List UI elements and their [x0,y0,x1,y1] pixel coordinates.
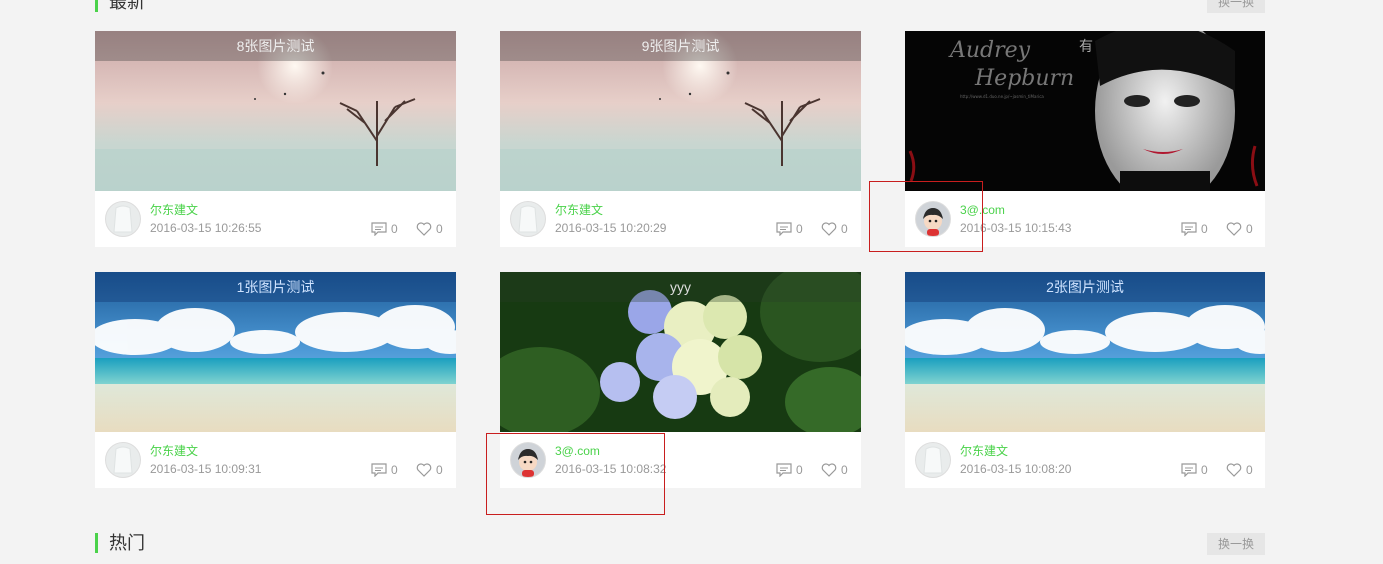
cartoon-avatar-icon[interactable] [510,442,546,478]
post-card[interactable]: 2张图片测试 尔东建文 2016-03-15 10:08:20 0 0 [905,272,1265,488]
default-avatar-icon[interactable] [105,442,141,478]
author-name[interactable]: 3@.com [555,444,600,458]
post-title[interactable]: yyy [500,272,861,302]
post-thumbnail[interactable]: 1张图片测试 [95,272,456,432]
post-thumbnail[interactable]: 2张图片测试 [905,272,1265,432]
post-time: 2016-03-15 10:08:20 [960,462,1072,476]
post-title[interactable]: 9张图片测试 [500,31,861,61]
comment-icon [776,463,792,478]
post-thumbnail[interactable]: yyy [500,272,861,432]
post-card[interactable]: 9张图片测试 尔东建文 2016-03-15 10:20:29 0 0 [500,31,861,247]
post-time: 2016-03-15 10:09:31 [150,462,262,476]
author-name[interactable]: 尔东建文 [960,444,1008,458]
default-avatar-icon[interactable] [510,201,546,237]
like-count[interactable]: 0 [1226,461,1253,477]
comment-count[interactable]: 0 [776,461,803,478]
comment-count[interactable]: 0 [1181,461,1208,478]
comment-count[interactable]: 0 [776,220,803,237]
post-meta: 3@.com 2016-03-15 10:08:32 0 0 [500,432,861,488]
default-avatar-icon[interactable] [105,201,141,237]
image-text-url: http://www.d1.duo.ne.jp/~jasmin_tiMarica [960,94,1044,99]
comment-icon [371,463,387,478]
post-title[interactable]: 8张图片测试 [95,31,456,61]
post-meta: 尔东建文 2016-03-15 10:26:55 0 0 [95,191,456,247]
like-count[interactable]: 0 [1226,220,1253,236]
comment-icon [1181,222,1197,237]
author-name[interactable]: 尔东建文 [150,444,198,458]
author-name[interactable]: 尔东建文 [150,203,198,217]
post-card[interactable]: 1张图片测试 尔东建文 2016-03-15 10:09:31 0 0 [95,272,456,488]
comment-count[interactable]: 0 [1181,220,1208,237]
image-text-hepburn: Hepburn [974,66,1074,91]
refresh-latest-button[interactable]: 换一换 [1207,0,1265,13]
heart-icon [821,222,837,236]
post-meta: 尔东建文 2016-03-15 10:08:20 0 0 [905,432,1265,488]
post-time: 2016-03-15 10:15:43 [960,221,1072,235]
comment-icon [1181,463,1197,478]
post-title[interactable]: 有 [905,31,1265,61]
post-meta: 尔东建文 2016-03-15 10:20:29 0 0 [500,191,861,247]
section-title-hot: 热门 [95,533,145,553]
section-title-latest: 最新 [95,0,145,12]
refresh-hot-button[interactable]: 换一换 [1207,533,1265,555]
post-time: 2016-03-15 10:08:32 [555,462,667,476]
post-title[interactable]: 1张图片测试 [95,272,456,302]
post-title[interactable]: 2张图片测试 [905,272,1265,302]
post-meta: 尔东建文 2016-03-15 10:09:31 0 0 [95,432,456,488]
post-meta: 3@.com 2016-03-15 10:15:43 0 0 [905,191,1265,247]
default-avatar-icon[interactable] [915,442,951,478]
post-time: 2016-03-15 10:26:55 [150,221,262,235]
post-thumbnail[interactable]: Audrey Hepburn http://www.d1.duo.ne.jp/~… [905,31,1265,191]
like-count[interactable]: 0 [821,461,848,477]
post-thumbnail[interactable]: 9张图片测试 [500,31,861,191]
post-thumbnail[interactable]: 8张图片测试 [95,31,456,191]
comment-icon [371,222,387,237]
post-time: 2016-03-15 10:20:29 [555,221,667,235]
heart-icon [1226,222,1242,236]
comment-count[interactable]: 0 [371,461,398,478]
comment-count[interactable]: 0 [371,220,398,237]
like-count[interactable]: 0 [416,220,443,236]
heart-icon [821,463,837,477]
post-card[interactable]: Audrey Hepburn http://www.d1.duo.ne.jp/~… [905,31,1265,247]
post-card[interactable]: yyy 3@.com 2016-03-15 10:08:32 0 0 [500,272,861,488]
cartoon-avatar-icon[interactable] [915,201,951,237]
heart-icon [416,222,432,236]
heart-icon [1226,463,1242,477]
heart-icon [416,463,432,477]
like-count[interactable]: 0 [821,220,848,236]
comment-icon [776,222,792,237]
post-card[interactable]: 8张图片测试 尔东建文 2016-03-15 10:26:55 0 0 [95,31,456,247]
like-count[interactable]: 0 [416,461,443,477]
author-name[interactable]: 3@.com [960,203,1005,217]
author-name[interactable]: 尔东建文 [555,203,603,217]
